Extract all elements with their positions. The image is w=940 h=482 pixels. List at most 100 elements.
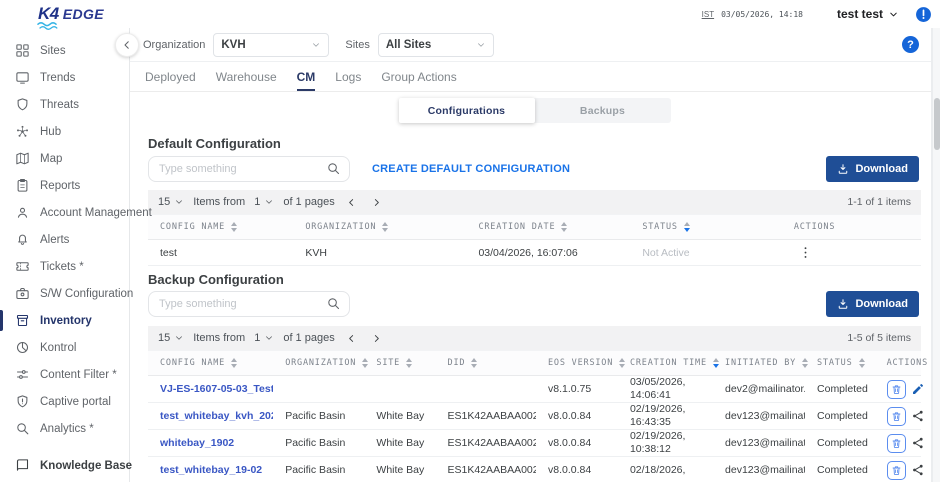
default-toolbar: CREATE DEFAULT CONFIGURATION Download [148,156,921,182]
sidebar-item[interactable]: Content Filter * [0,361,129,388]
page-size-select[interactable]: 15 [158,196,184,208]
default-download-button[interactable]: Download [826,156,919,182]
delete-icon[interactable] [887,380,906,399]
column-header[interactable]: SITE [364,358,435,368]
edit-icon[interactable] [909,380,927,398]
page-number-select[interactable]: 1 [254,196,274,208]
table-header-row: CONFIG NAME ORGANIZATION CREATION DATE [148,214,921,240]
sites-value: All Sites [386,39,431,51]
backup-search-input[interactable] [148,291,350,317]
column-header[interactable]: ORGANIZATION [273,358,364,368]
delete-icon[interactable] [887,461,906,480]
backup-pagination: 15 Items from 1 of 1 pages 1-5 of 5 item… [148,326,921,350]
sidebar-item[interactable]: Account Management [0,199,129,226]
bell-icon [15,232,30,247]
kontrol-icon [15,340,30,355]
default-configuration-title: Default Configuration [148,136,921,151]
previous-page-button[interactable] [344,193,360,211]
column-header[interactable]: STATUS [630,222,782,232]
sidebar-item[interactable]: Tickets * [0,253,129,280]
site-cell: White Bay [364,410,435,422]
sidebar-item[interactable]: Threats [0,91,129,118]
search-icon [326,161,341,176]
delete-icon[interactable] [887,434,906,453]
share-icon[interactable] [909,434,927,452]
scrollbar-thumb[interactable] [934,98,940,150]
sites-label: Sites [345,39,369,51]
default-search-input[interactable] [148,156,350,182]
create-default-configuration-link[interactable]: CREATE DEFAULT CONFIGURATION [372,163,570,175]
share-icon[interactable] [909,407,927,425]
sidebar-item[interactable]: Reports [0,172,129,199]
backup-configuration-table: CONFIG NAME ORGANIZATION SITE DI [148,350,921,480]
column-header[interactable]: CONFIG NAME [148,358,273,368]
sidebar-item[interactable]: Hub [0,118,129,145]
sidebar-item[interactable]: S/W Configuration [0,280,129,307]
filter-icon [15,367,30,382]
page-number-select[interactable]: 1 [254,332,274,344]
sidebar-collapse-button[interactable] [115,33,139,57]
sidebar-item-label: Kontrol [40,342,76,354]
of-pages-label: of 1 pages [283,332,334,344]
sidebar-item[interactable]: Analytics * [0,415,129,442]
hub-icon [15,124,30,139]
page-size-select[interactable]: 15 [158,332,184,344]
tab[interactable]: Logs [325,62,371,91]
help-icon[interactable]: ? [902,36,919,53]
tab-backups[interactable]: Backups [535,98,671,123]
column-header[interactable]: CONFIG NAME [148,222,293,232]
tab[interactable]: Warehouse [206,62,287,91]
previous-page-button[interactable] [344,329,360,347]
user-menu[interactable]: test test [831,6,905,22]
sidebar-item-label: Sites [40,45,66,57]
share-icon[interactable] [909,461,927,479]
tab[interactable]: Deployed [135,62,206,91]
report-icon [15,178,30,193]
table-row: whitebay_1902 Pacific Basin White Bay ES… [148,430,921,457]
config-name-link[interactable]: whitebay_1902 [148,437,273,449]
cm-content: Configurations Backups Default Configura… [130,92,931,480]
scrollbar[interactable] [932,28,940,482]
sidebar-item[interactable]: Knowledge Base [0,452,129,479]
backup-download-button[interactable]: Download [826,291,919,317]
column-header[interactable]: ACTIONS [782,222,921,232]
tab-configurations[interactable]: Configurations [399,98,535,123]
sidebar-item[interactable]: Map [0,145,129,172]
config-name-link[interactable]: test_whitebay_19-02 [148,464,273,476]
tab[interactable]: CM [287,62,326,91]
tab[interactable]: Group Actions [371,62,466,91]
next-page-button[interactable] [369,329,385,347]
sites-select[interactable]: All Sites [378,33,494,57]
backup-configuration-title: Backup Configuration [148,272,921,287]
column-header[interactable]: ORGANIZATION [293,222,466,232]
column-header[interactable]: CREATION TIME [618,358,713,368]
chevron-down-icon [264,333,274,343]
notification-badge-icon[interactable] [915,6,932,23]
organization-select[interactable]: KVH [213,33,329,57]
sidebar-item[interactable]: Sites [0,37,129,64]
column-header[interactable]: DID [436,358,536,368]
config-name-link[interactable]: test_whitebay_kvh_2026 [148,410,273,422]
config-name-link[interactable]: VJ-ES-1607-05-03_Test [148,383,273,395]
sidebar-item[interactable]: Captive portal [0,388,129,415]
sidebar-item-label: Trends [40,72,75,84]
items-from-label: Items from [193,332,245,344]
column-header[interactable]: ACTIONS [875,358,921,368]
sidebar-item[interactable]: Alerts [0,226,129,253]
sidebar-item[interactable]: Kontrol [0,334,129,361]
next-page-button[interactable] [369,193,385,211]
column-header[interactable]: INITIATED BY [713,358,805,368]
timezone-label[interactable]: IST [702,10,714,19]
column-header[interactable]: EOS VERSION [536,358,618,368]
chevron-right-icon [371,197,382,208]
column-header[interactable]: CREATION DATE [466,222,630,232]
actions-cell [875,407,921,426]
sidebar-item[interactable]: Trends [0,64,129,91]
delete-icon[interactable] [887,407,906,426]
sidebar-item[interactable]: Inventory [0,307,129,334]
column-header[interactable]: STATUS [805,358,875,368]
items-from-label: Items from [193,196,245,208]
kebab-menu-icon[interactable] [798,245,813,260]
creation-time-cell: 02/19/2026, 16:43:35 [618,403,713,428]
initiated-by-cell: dev123@mailinat... [713,437,805,449]
